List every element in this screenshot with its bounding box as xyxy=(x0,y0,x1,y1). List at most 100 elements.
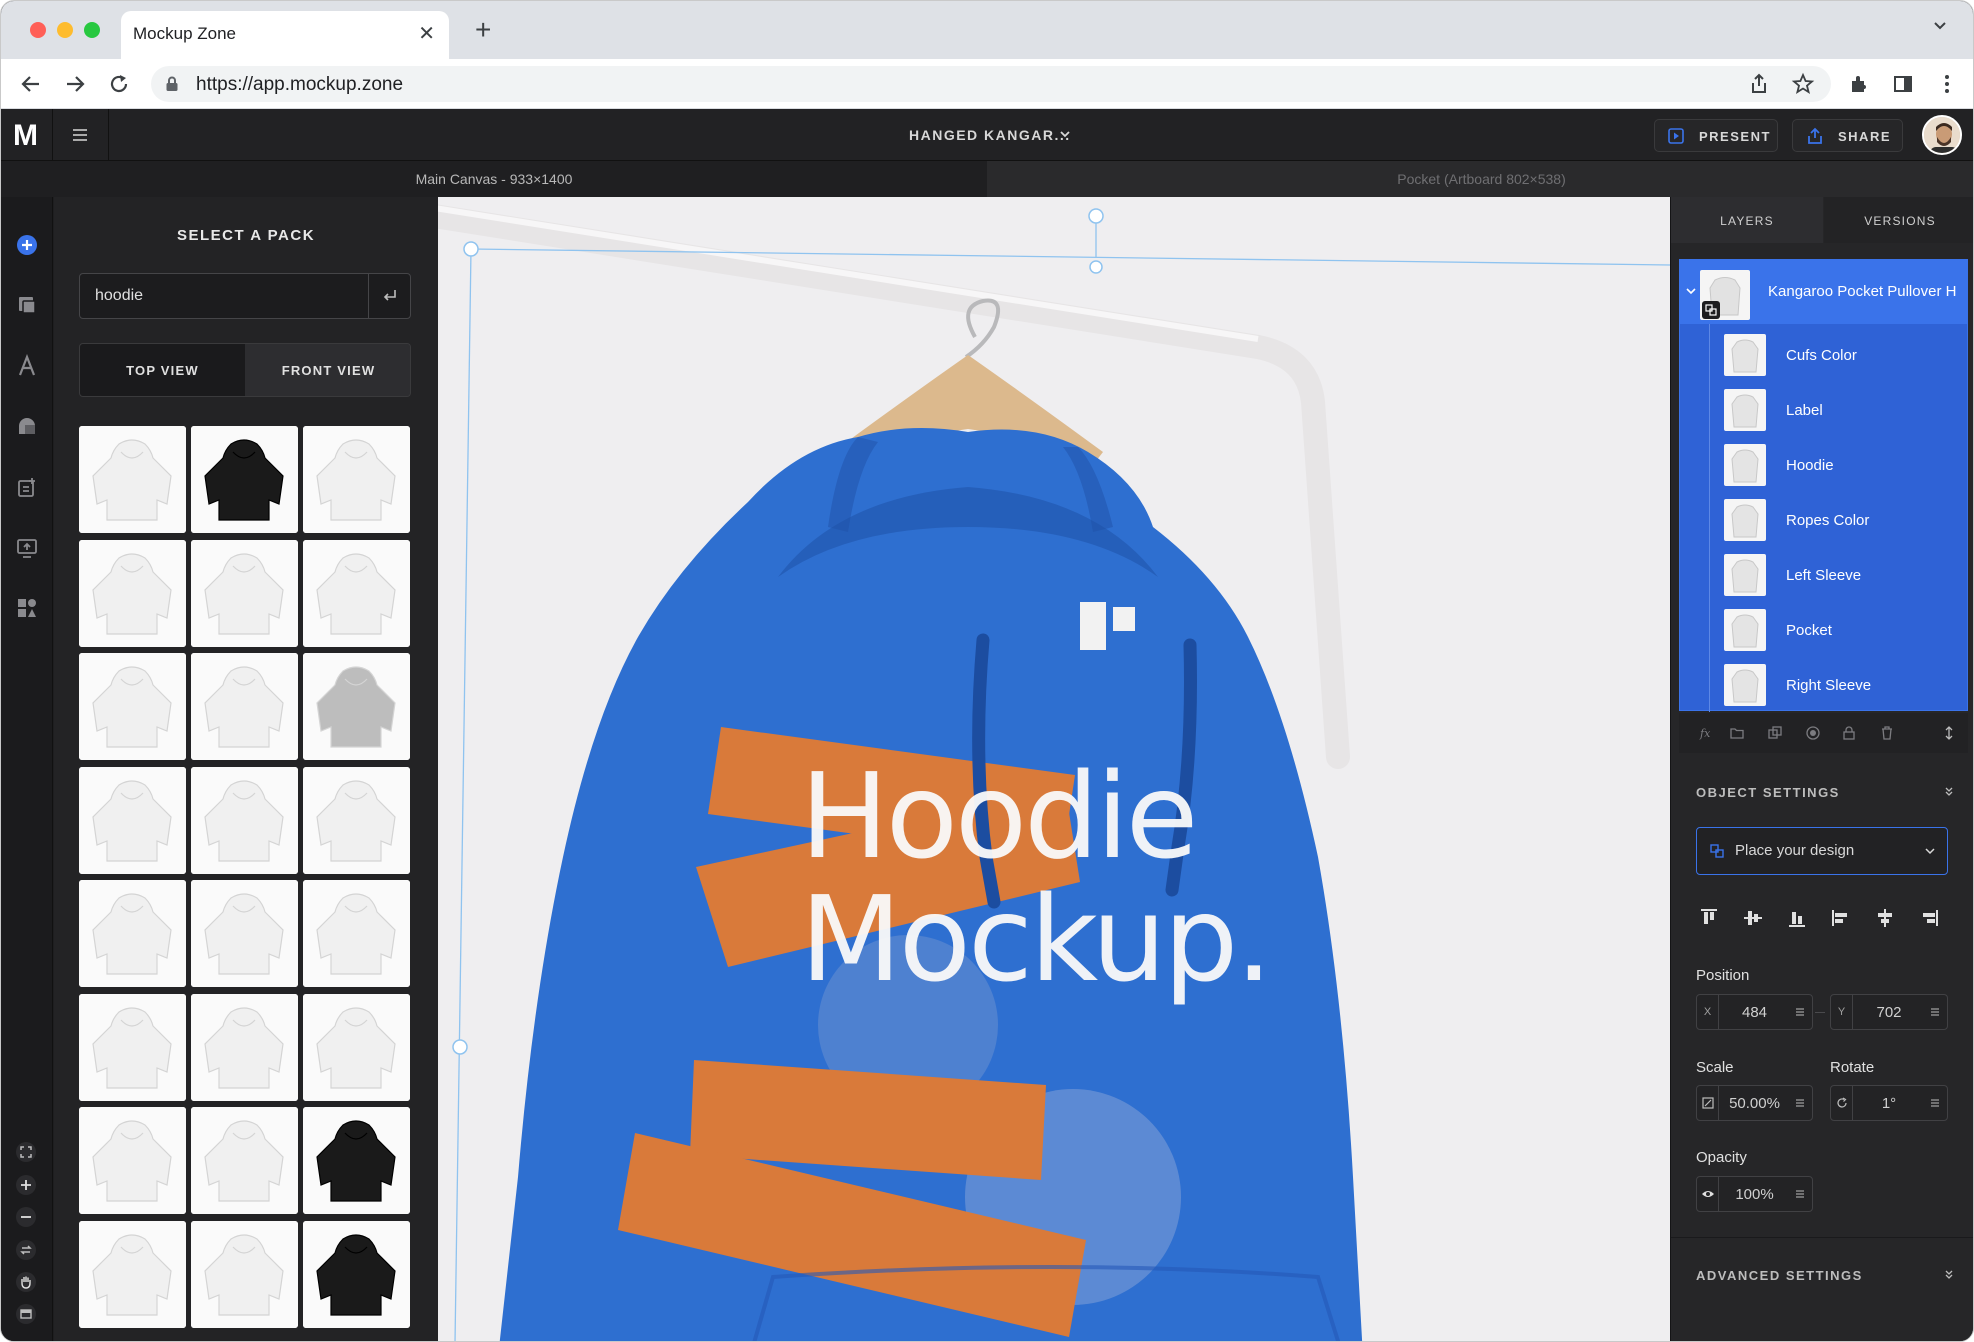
close-tab-icon[interactable]: ✕ xyxy=(418,23,435,45)
pack-thumbnail[interactable] xyxy=(79,1107,186,1214)
layer-item[interactable]: Label xyxy=(1710,383,1968,438)
advanced-settings-title[interactable]: ADVANCED SETTINGS xyxy=(1696,1268,1863,1283)
align-center-icon[interactable] xyxy=(1874,907,1896,929)
zoom-out-icon[interactable] xyxy=(15,1206,37,1228)
stepper-icon[interactable] xyxy=(1929,1006,1941,1018)
extensions-icon[interactable] xyxy=(1847,72,1871,96)
swap-icon[interactable] xyxy=(15,1239,37,1261)
minimize-window-button[interactable] xyxy=(57,22,73,38)
browser-menu-icon[interactable] xyxy=(1935,72,1959,96)
rotate-icon[interactable] xyxy=(1831,1086,1853,1120)
address-bar[interactable]: https://app.mockup.zone xyxy=(151,66,1831,102)
visibility-eye-icon[interactable] xyxy=(1697,1177,1719,1211)
pack-thumbnail[interactable] xyxy=(79,1221,186,1328)
forward-icon[interactable] xyxy=(61,70,89,98)
tab-layers[interactable]: LAYERS xyxy=(1671,197,1823,243)
align-bottom-icon[interactable] xyxy=(1786,907,1808,929)
stepper-icon[interactable] xyxy=(1929,1097,1941,1109)
app-logo[interactable]: M xyxy=(13,119,38,153)
layer-root[interactable]: Kangaroo Pocket Pullover H xyxy=(1680,260,1967,324)
scale-field[interactable]: 50.00% xyxy=(1696,1085,1813,1121)
pack-thumbnail[interactable] xyxy=(79,994,186,1101)
tab-pocket-artboard[interactable]: Pocket (Artboard 802×538) xyxy=(988,161,1973,197)
pack-thumbnail[interactable] xyxy=(191,540,298,647)
pack-thumbnail[interactable] xyxy=(191,1107,298,1214)
collapse-section-icon[interactable] xyxy=(1944,786,1954,796)
pack-thumbnail[interactable] xyxy=(303,540,410,647)
pack-thumbnail[interactable] xyxy=(303,653,410,760)
search-input[interactable] xyxy=(80,274,370,318)
delete-layer-icon[interactable] xyxy=(1879,725,1895,741)
layer-item[interactable]: Cufs Color xyxy=(1710,328,1968,383)
layer-item[interactable]: Hoodie xyxy=(1710,438,1968,493)
browser-tab[interactable]: Mockup Zone ✕ xyxy=(121,11,449,59)
pack-thumbnail[interactable] xyxy=(303,1107,410,1214)
pack-thumbnail[interactable] xyxy=(79,880,186,987)
resize-panel-icon[interactable] xyxy=(1941,725,1957,741)
pack-thumbnail[interactable] xyxy=(79,767,186,874)
reload-icon[interactable] xyxy=(105,70,133,98)
folder-icon[interactable] xyxy=(1729,725,1745,741)
tab-main-canvas[interactable]: Main Canvas - 933×1400 xyxy=(1,161,987,197)
pack-thumbnail[interactable] xyxy=(303,767,410,874)
pack-thumbnail[interactable] xyxy=(191,767,298,874)
bookmark-star-icon[interactable] xyxy=(1791,72,1815,96)
add-circle-icon[interactable] xyxy=(15,233,39,257)
effects-icon[interactable]: fx xyxy=(1699,725,1715,741)
lock-layer-icon[interactable] xyxy=(1841,725,1857,741)
align-middle-icon[interactable] xyxy=(1742,907,1764,929)
tab-versions[interactable]: VERSIONS xyxy=(1824,197,1973,243)
align-top-icon[interactable] xyxy=(1698,907,1720,929)
tab-search-chevron-icon[interactable] xyxy=(1933,19,1947,33)
back-icon[interactable] xyxy=(17,70,45,98)
collapse-chevron-icon[interactable] xyxy=(1686,287,1696,295)
scale-lock-icon[interactable] xyxy=(1697,1086,1719,1120)
stepper-icon[interactable] xyxy=(1794,1188,1806,1200)
side-panel-icon[interactable] xyxy=(1891,72,1915,96)
document-title[interactable]: HANGED KANGAR... xyxy=(909,127,1071,143)
search-submit-button[interactable] xyxy=(368,274,410,318)
hamburger-menu-icon[interactable] xyxy=(71,125,89,145)
chevron-down-icon[interactable] xyxy=(1059,129,1071,139)
selection-handle-top[interactable] xyxy=(1089,260,1103,274)
pack-thumbnail[interactable] xyxy=(79,426,186,533)
design-canvas[interactable]: Hoodie Mockup. xyxy=(438,197,1670,1341)
align-right-icon[interactable] xyxy=(1918,907,1940,929)
add-note-icon[interactable] xyxy=(15,476,39,500)
position-y-field[interactable]: Y 702 xyxy=(1830,994,1948,1030)
layer-item[interactable]: Left Sleeve xyxy=(1710,548,1968,603)
text-tool-icon[interactable] xyxy=(15,354,39,378)
pack-thumbnail[interactable] xyxy=(79,653,186,760)
share-button[interactable]: SHARE xyxy=(1792,119,1903,152)
maximize-window-button[interactable] xyxy=(84,22,100,38)
layer-item[interactable]: Right Sleeve xyxy=(1710,658,1968,713)
place-design-dropdown[interactable]: Place your design xyxy=(1696,827,1948,875)
upload-screen-icon[interactable] xyxy=(15,536,39,560)
pack-thumbnail[interactable] xyxy=(191,653,298,760)
selection-handle-corner[interactable] xyxy=(463,241,479,257)
new-tab-button[interactable]: + xyxy=(475,16,491,44)
duplicate-icon[interactable] xyxy=(1767,725,1783,741)
shapes-icon[interactable] xyxy=(15,414,39,438)
pack-thumbnail[interactable] xyxy=(191,1221,298,1328)
rotate-field[interactable]: 1° xyxy=(1830,1085,1948,1121)
share-page-icon[interactable] xyxy=(1747,72,1771,96)
rotation-handle[interactable] xyxy=(1088,208,1104,224)
top-view-button[interactable]: TOP VIEW xyxy=(80,344,245,396)
fit-screen-icon[interactable] xyxy=(15,1141,37,1163)
panel-toggle-icon[interactable] xyxy=(15,1303,37,1325)
mockups-icon[interactable] xyxy=(15,293,39,317)
opacity-field[interactable]: 100% xyxy=(1696,1176,1813,1212)
position-x-field[interactable]: X 484 xyxy=(1696,994,1813,1030)
zoom-in-icon[interactable] xyxy=(15,1174,37,1196)
selection-handle-left[interactable] xyxy=(452,1039,468,1055)
pack-thumbnail[interactable] xyxy=(191,426,298,533)
layer-item[interactable]: Ropes Color xyxy=(1710,493,1968,548)
elements-icon[interactable] xyxy=(15,596,39,620)
pack-thumbnail[interactable] xyxy=(79,540,186,647)
pack-thumbnail[interactable] xyxy=(303,994,410,1101)
pack-thumbnail[interactable] xyxy=(191,880,298,987)
stepper-icon[interactable] xyxy=(1794,1097,1806,1109)
pack-thumbnail[interactable] xyxy=(303,880,410,987)
mask-icon[interactable] xyxy=(1805,725,1821,741)
